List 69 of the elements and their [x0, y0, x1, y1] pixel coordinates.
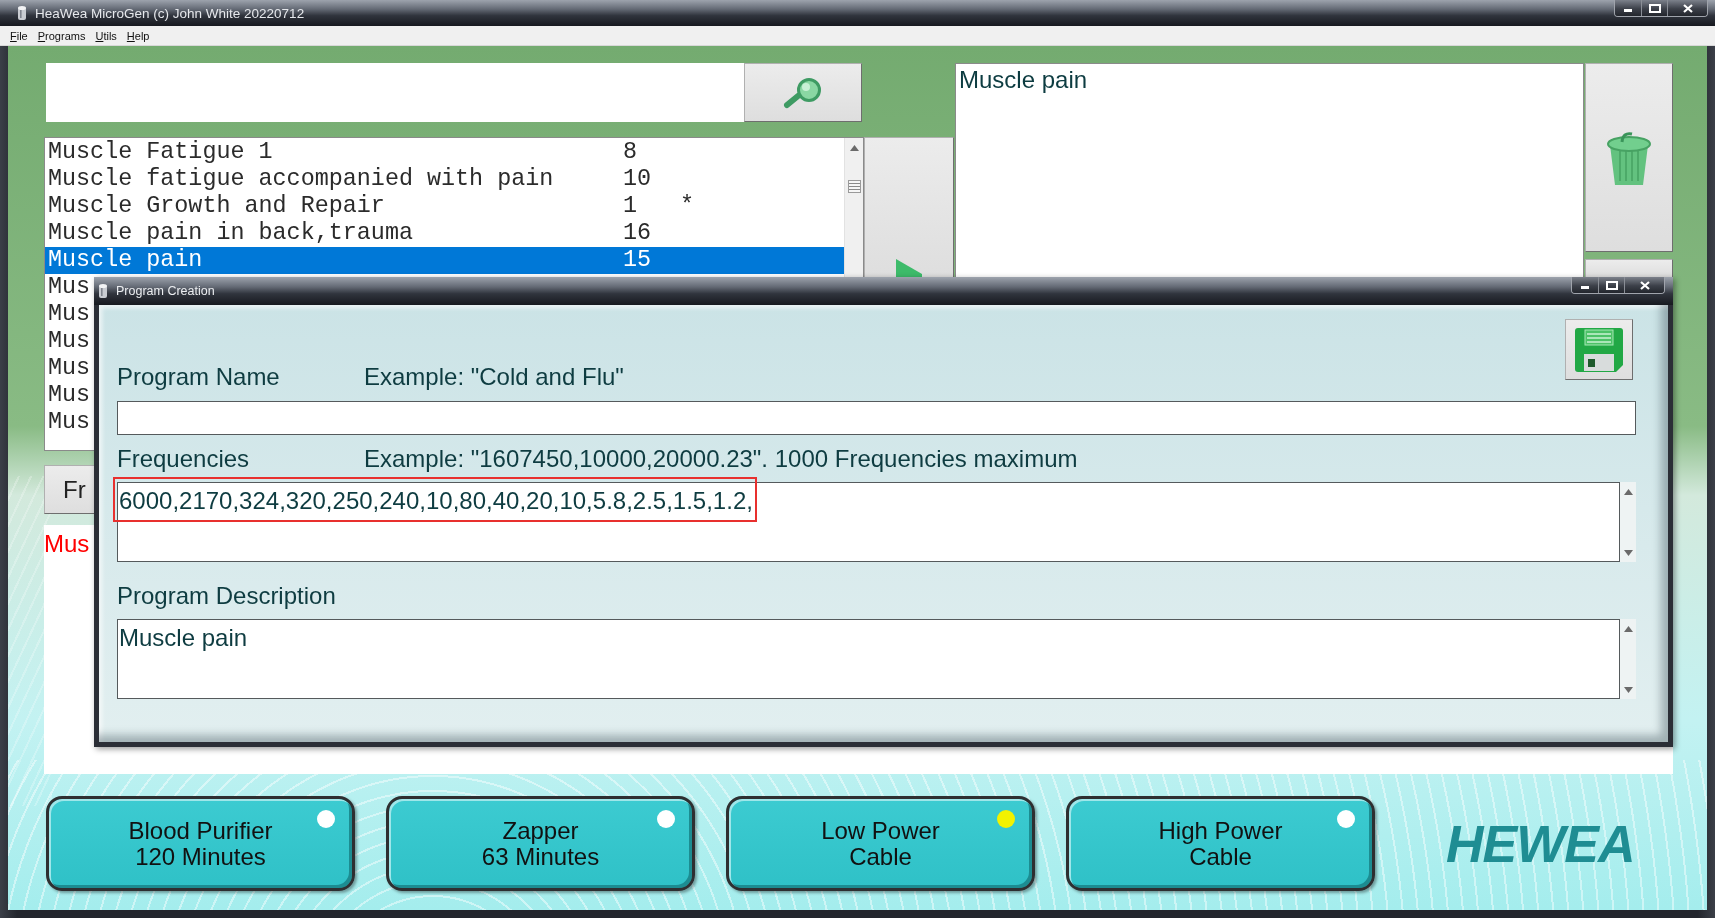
item-count: 10 — [623, 166, 652, 193]
scrollbar[interactable] — [1620, 619, 1636, 699]
delete-button[interactable] — [1585, 63, 1673, 252]
cylinder-icon — [98, 283, 108, 299]
close-button[interactable] — [1667, 0, 1707, 16]
list-item[interactable]: Mus — [45, 274, 91, 301]
example-text: Example: "Cold and Flu" — [364, 363, 624, 391]
menu-item[interactable]: Help — [125, 29, 151, 42]
mode-button[interactable]: Zapper 63 Minutes — [386, 796, 695, 891]
up-arrow-icon[interactable] — [1623, 626, 1633, 632]
dialog-title: Program Creation — [116, 284, 215, 298]
panel-button[interactable]: Fr — [44, 465, 94, 514]
triangle-icon — [896, 259, 922, 277]
item-count: 1 — [623, 193, 639, 220]
item-count: 16 — [623, 220, 652, 247]
close-icon — [1639, 280, 1650, 290]
item-count: 15 — [623, 247, 652, 274]
item-count: 8 — [623, 139, 638, 166]
list-item[interactable]: Muscle pain in back,trauma 16 — [45, 220, 652, 247]
item-name: Muscle pain — [48, 247, 204, 274]
mode-button[interactable]: Blood Purifier 120 Minutes — [46, 796, 355, 891]
minimize-button[interactable] — [1572, 277, 1598, 293]
item-name: Muscle Fatigue 1 — [48, 139, 274, 166]
up-arrow-icon[interactable] — [849, 145, 859, 151]
maximize-button[interactable] — [1641, 0, 1667, 16]
menu-item[interactable]: Utils — [94, 29, 118, 42]
logo: HEWEA — [1446, 815, 1635, 872]
up-arrow-icon[interactable] — [1623, 489, 1633, 495]
item-marker: * — [680, 193, 695, 220]
field-label: Program Name — [117, 363, 281, 391]
list-item[interactable]: Mus — [45, 409, 91, 436]
list-item[interactable]: Mus — [45, 355, 91, 382]
mode-button[interactable]: Low Power Cable — [726, 796, 1035, 891]
scrollbar[interactable] — [1620, 482, 1636, 562]
list-item[interactable]: Muscle Growth and Repair 1 * — [45, 193, 695, 220]
search-field[interactable] — [46, 63, 744, 122]
list-item[interactable]: Mus — [45, 382, 91, 409]
status-text: Mus — [44, 530, 90, 557]
example-text: Example: "1607450,10000,20000.23". 1000 Frequencies maximum — [364, 445, 1078, 473]
text-area[interactable]: Muscle pain — [117, 619, 1620, 699]
field-label: Program Description — [117, 582, 337, 610]
mode-button[interactable]: High Power Cable — [1066, 796, 1375, 891]
list-item[interactable]: Mus — [45, 328, 91, 355]
maximize-icon — [1605, 280, 1618, 290]
list-item[interactable]: Muscle Fatigue 1 8 — [45, 139, 638, 166]
field-label: Frequencies — [117, 445, 251, 473]
item-name: Muscle Growth and Repair — [48, 193, 386, 220]
cylinder-icon — [17, 5, 27, 21]
search-button[interactable] — [744, 63, 862, 122]
text-field[interactable] — [117, 401, 1636, 435]
text-area[interactable]: 6000,2170,324,320,250,240,10,80,40,20,10,5.8,2.5,1.5,1.2, — [117, 482, 1620, 562]
list-item[interactable]: Mus — [45, 301, 91, 328]
item-name: Muscle fatigue accompanied with pain — [48, 166, 555, 193]
maximize-button[interactable] — [1598, 277, 1624, 293]
menu-item[interactable]: File — [9, 29, 29, 42]
maximize-icon — [1648, 3, 1661, 13]
window-title: HeaWea MicroGen (c) John White 20220712 — [35, 5, 305, 21]
down-arrow-icon[interactable] — [1623, 687, 1633, 693]
save-button[interactable] — [1565, 319, 1633, 380]
down-arrow-icon[interactable] — [1623, 550, 1633, 556]
close-icon — [1682, 3, 1693, 13]
menu-item[interactable]: Programs — [36, 29, 87, 42]
description-box[interactable]: Muscle pain — [955, 63, 1584, 277]
list-item[interactable]: Muscle pain 15 — [45, 247, 844, 274]
close-button[interactable] — [1624, 277, 1664, 293]
item-name: Muscle pain in back,trauma — [48, 220, 414, 247]
minimize-button[interactable] — [1615, 0, 1641, 16]
list-item[interactable]: Muscle fatigue accompanied with pain 10 — [45, 166, 652, 193]
scroll-thumb[interactable] — [847, 180, 861, 193]
